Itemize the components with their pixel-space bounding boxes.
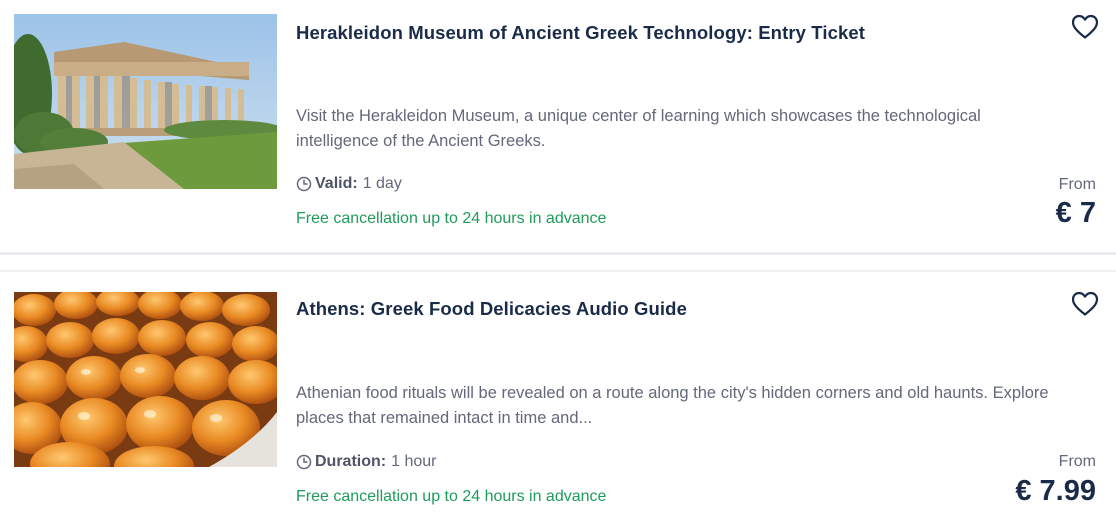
activity-title[interactable]: Athens: Greek Food Delicacies Audio Guid… — [296, 298, 687, 320]
meta-label: Duration: — [315, 453, 387, 470]
free-cancellation-note: Free cancellation up to 24 hours in adva… — [296, 210, 607, 227]
heart-icon[interactable] — [1071, 14, 1099, 40]
activity-duration: Duration: 1 hour — [296, 453, 436, 471]
card-divider — [0, 252, 1116, 276]
meta-label: Valid: — [315, 175, 358, 192]
from-label: From — [1058, 453, 1096, 470]
sweets-photo — [14, 292, 277, 467]
activity-image-temple[interactable] — [14, 14, 277, 189]
price: € 7 — [1055, 197, 1096, 229]
activity-image-sweets[interactable] — [14, 292, 277, 467]
activity-description: Visit the Herakleidon Museum, a unique c… — [296, 107, 981, 150]
activity-card[interactable]: Herakleidon Museum of Ancient Greek Tech… — [0, 0, 1116, 252]
clock-icon — [296, 176, 312, 192]
heart-icon[interactable] — [1071, 291, 1099, 317]
temple-photo — [14, 14, 277, 189]
activity-description: Athenian food rituals will be revealed o… — [296, 384, 1049, 427]
free-cancellation-note: Free cancellation up to 24 hours in adva… — [296, 488, 607, 505]
activity-validity: Valid: 1 day — [296, 175, 402, 193]
price: € 7.99 — [1015, 475, 1096, 507]
activity-title[interactable]: Herakleidon Museum of Ancient Greek Tech… — [296, 22, 865, 44]
from-label: From — [1058, 176, 1096, 193]
activity-card[interactable]: Athens: Greek Food Delicacies Audio Guid… — [0, 276, 1116, 521]
meta-value: 1 hour — [391, 453, 437, 470]
clock-icon — [296, 454, 312, 470]
meta-value: 1 day — [362, 175, 402, 192]
